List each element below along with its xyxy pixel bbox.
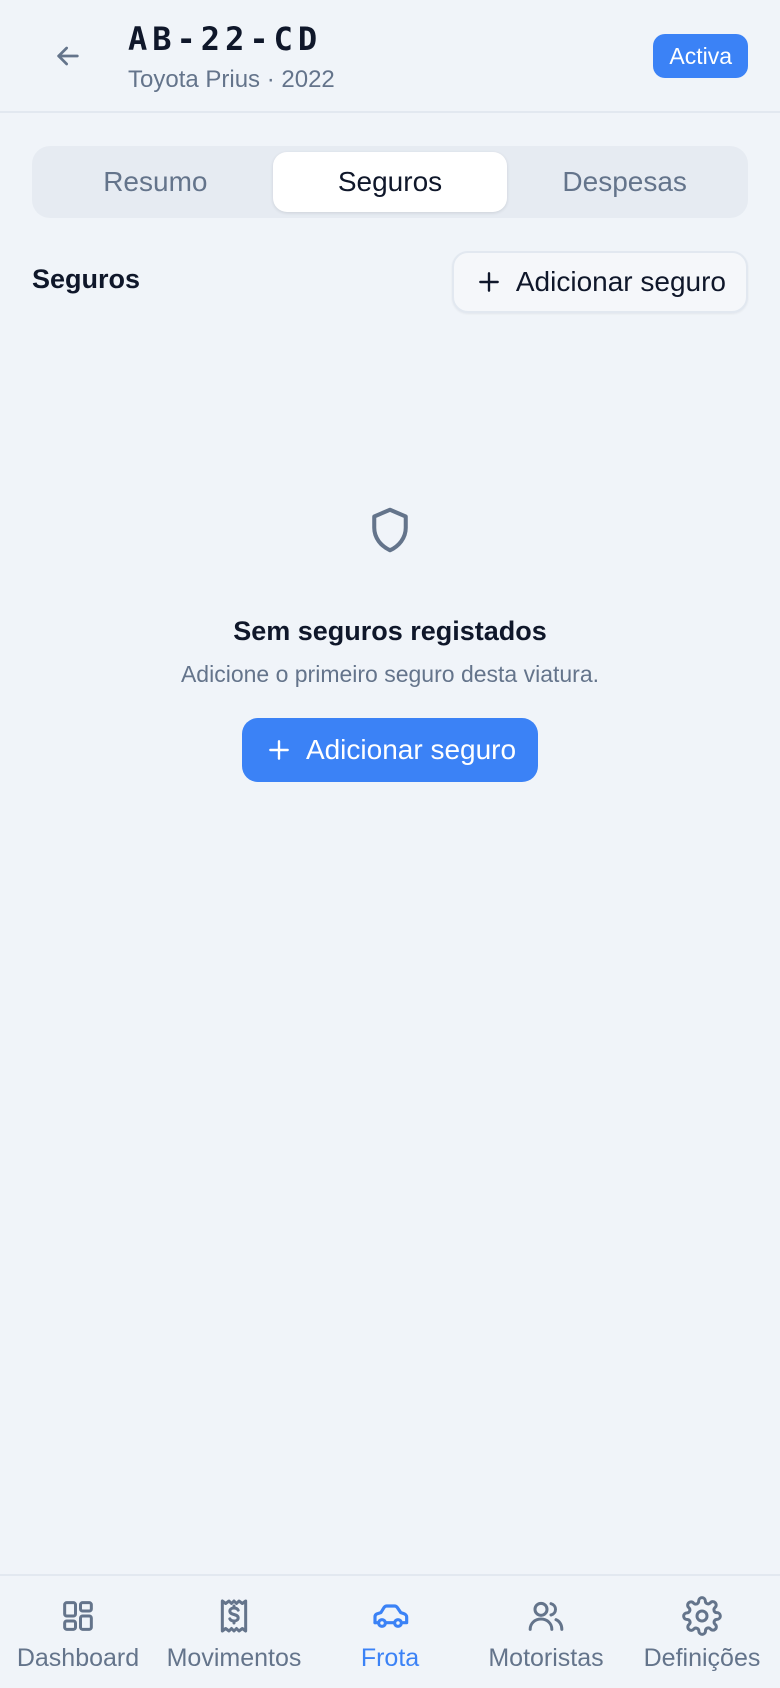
- vehicle-plate: AB-22-CD: [128, 20, 323, 58]
- status-badge: Activa: [653, 34, 748, 78]
- empty-state: Sem seguros registados Adicione o primei…: [0, 500, 780, 782]
- nav-label-definicoes: Definições: [643, 1644, 761, 1672]
- users-icon: [528, 1601, 564, 1631]
- tab-seguros[interactable]: Seguros: [272, 152, 508, 212]
- gear-icon: [682, 1596, 722, 1636]
- nav-item-movimentos[interactable]: Movimentos: [156, 1576, 312, 1688]
- empty-state-title: Sem seguros registados: [233, 616, 547, 646]
- tab-despesas[interactable]: Despesas: [507, 152, 742, 212]
- receipt-dollar-icon: [220, 1599, 248, 1633]
- empty-state-description: Adicione o primeiro seguro desta viatura…: [180, 661, 600, 687]
- arrow-left-icon: [57, 46, 79, 66]
- nav-item-definicoes[interactable]: Definições: [624, 1576, 780, 1688]
- tab-bar: Resumo Seguros Despesas: [32, 146, 748, 218]
- nav-item-motoristas[interactable]: Motoristas: [468, 1576, 624, 1688]
- bottom-nav: Dashboard Movimentos Frota Motoristas De…: [0, 1574, 780, 1688]
- nav-label-movimentos: Movimentos: [166, 1644, 302, 1672]
- plus-icon: [479, 272, 499, 292]
- nav-item-dashboard[interactable]: Dashboard: [0, 1576, 156, 1688]
- nav-label-dashboard: Dashboard: [16, 1644, 140, 1672]
- add-first-insurance-label: Adicionar seguro: [305, 734, 517, 765]
- add-insurance-label: Adicionar seguro: [515, 266, 726, 297]
- tab-resumo[interactable]: Resumo: [38, 152, 273, 212]
- shield-icon: [372, 507, 408, 553]
- nav-item-frota[interactable]: Frota: [312, 1576, 468, 1688]
- dashboard-icon: [63, 1601, 93, 1631]
- nav-label-frota: Frota: [360, 1644, 420, 1672]
- vehicle-subtitle: Toyota Prius · 2022: [128, 66, 335, 93]
- back-button[interactable]: [44, 32, 92, 80]
- add-insurance-button[interactable]: Adicionar seguro: [451, 251, 748, 313]
- nav-label-motoristas: Motoristas: [488, 1644, 604, 1672]
- car-icon: [373, 1604, 409, 1628]
- section-title: Seguros: [32, 264, 141, 294]
- vehicle-header: AB-22-CD Toyota Prius · 2022 Activa: [0, 0, 780, 113]
- add-first-insurance-button[interactable]: Adicionar seguro: [241, 718, 539, 782]
- plus-icon: [269, 740, 289, 760]
- app-screen: AB-22-CD Toyota Prius · 2022 Activa Resu…: [0, 0, 780, 1688]
